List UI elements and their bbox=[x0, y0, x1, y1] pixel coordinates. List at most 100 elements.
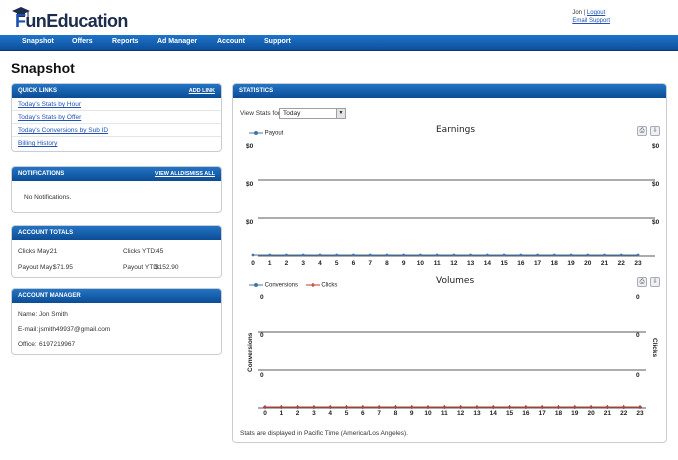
x-tick-label: 1 bbox=[268, 260, 272, 267]
conversions-legend-label: Conversions bbox=[264, 282, 299, 289]
y-tick-label: $0 bbox=[652, 219, 660, 226]
y-tick-label: 0 bbox=[260, 372, 264, 379]
volumes-chart: 0 00 00 0Conversions Clicks0 1 2 3 4 5 6 7 8 9 10 11 12 1… bbox=[247, 294, 658, 417]
x-tick-label: 15 bbox=[500, 260, 508, 267]
payout-point bbox=[485, 253, 489, 257]
x-tick-label: 17 bbox=[534, 260, 542, 267]
x-tick-label: 13 bbox=[467, 260, 475, 267]
manager-name-value: Jon Smith bbox=[39, 311, 68, 318]
export-icon[interactable]: ⇩ bbox=[650, 277, 660, 287]
x-tick-label: 7 bbox=[368, 260, 372, 267]
y-tick-label: $0 bbox=[246, 219, 254, 226]
notifications-header: NOTIFICATIONS VIEW ALL DISMISS ALL bbox=[12, 167, 221, 181]
quick-link-stats-by-offer[interactable]: Today's Stats by Offer bbox=[18, 114, 81, 121]
payout-point bbox=[352, 253, 355, 257]
period-select[interactable]: Today ▼ bbox=[279, 108, 346, 119]
payout-point bbox=[368, 253, 372, 257]
account-manager-panel: ACCOUNT MANAGER Name: Jon Smith E-mail: … bbox=[11, 288, 222, 355]
x-tick-label: 18 bbox=[551, 260, 559, 267]
x-tick-label: 14 bbox=[484, 260, 492, 267]
dismiss-all-button[interactable]: DISMISS ALL bbox=[180, 167, 215, 181]
chevron-down-icon: ▼ bbox=[336, 109, 345, 118]
nav-snapshot[interactable]: Snapshot bbox=[22, 38, 54, 45]
payout-point bbox=[619, 253, 623, 257]
nav-support[interactable]: Support bbox=[264, 38, 291, 45]
payout-point bbox=[603, 253, 606, 257]
quick-link-item: Today's Stats by Hour bbox=[12, 98, 221, 111]
quick-link-stats-by-hour[interactable]: Today's Stats by Hour bbox=[18, 101, 81, 108]
manager-office-value: 6197219967 bbox=[39, 341, 76, 348]
conversions-legend-marker bbox=[249, 283, 263, 287]
payout-point bbox=[452, 253, 456, 257]
x-tick-label: 10 bbox=[424, 410, 432, 417]
payout-point bbox=[318, 253, 322, 257]
print-icon[interactable]: ⎙ bbox=[637, 277, 647, 287]
payout-point bbox=[502, 253, 506, 257]
account-totals-panel: ACCOUNT TOTALS Clicks May: 21 Clicks YTD… bbox=[11, 225, 222, 278]
x-tick-label: 8 bbox=[385, 260, 389, 267]
x-tick-label: 5 bbox=[345, 410, 349, 417]
payout-may-label: Payout May: bbox=[18, 264, 55, 271]
print-icon[interactable]: ⎙ bbox=[637, 126, 647, 136]
x-tick-label: 3 bbox=[312, 410, 316, 417]
y-axis-label-right: Clicks bbox=[651, 338, 658, 358]
view-all-button[interactable]: VIEW ALL bbox=[155, 167, 181, 181]
nav-offers[interactable]: Offers bbox=[72, 38, 93, 45]
quick-links-panel: QUICK LINKS ADD LINK Today's Stats by Ho… bbox=[11, 83, 222, 152]
x-tick-label: 9 bbox=[410, 410, 414, 417]
nav-ad-manager[interactable]: Ad Manager bbox=[157, 38, 197, 45]
x-tick-label: 11 bbox=[441, 410, 448, 417]
clicks-legend-marker bbox=[305, 283, 320, 287]
clicks-ytd-label: Clicks YTD: bbox=[123, 248, 157, 255]
y-tick-label: 0 bbox=[636, 332, 640, 339]
x-tick-label: 16 bbox=[517, 260, 525, 267]
logo[interactable]: FunEducation bbox=[11, 7, 128, 33]
quick-link-conversions-by-subid[interactable]: Today's Conversions by Sub ID bbox=[18, 127, 108, 134]
nav-account[interactable]: Account bbox=[217, 38, 245, 45]
payout-point bbox=[586, 253, 590, 257]
volumes-legend[interactable]: Conversions Clicks bbox=[249, 282, 337, 289]
x-tick-label: 12 bbox=[450, 260, 458, 267]
export-icon[interactable]: ⇩ bbox=[650, 126, 660, 136]
email-support-link[interactable]: Email Support bbox=[572, 18, 610, 24]
x-tick-label: 23 bbox=[634, 260, 642, 267]
payout-point bbox=[285, 253, 288, 257]
user-links: Jon | Logout Email Support bbox=[572, 9, 610, 25]
notifications-panel: NOTIFICATIONS VIEW ALL DISMISS ALL No No… bbox=[11, 166, 222, 213]
x-tick-label: 2 bbox=[296, 410, 300, 417]
statistics-header: STATISTICS bbox=[233, 84, 666, 98]
x-tick-label: 0 bbox=[251, 260, 255, 267]
payout-point bbox=[385, 253, 389, 257]
x-tick-label: 4 bbox=[328, 410, 332, 417]
y-tick-label: $0 bbox=[652, 181, 660, 188]
x-tick-label: 22 bbox=[618, 260, 626, 267]
y-axis-label-left: Conversions bbox=[247, 332, 254, 372]
manager-name-label: Name: bbox=[18, 311, 38, 318]
x-tick-label: 19 bbox=[567, 260, 575, 267]
logout-link[interactable]: Logout bbox=[587, 10, 605, 16]
x-tick-label: 11 bbox=[434, 260, 441, 267]
earnings-legend[interactable]: Payout bbox=[249, 130, 283, 137]
y-tick-label: 0 bbox=[636, 372, 640, 379]
x-tick-label: 16 bbox=[522, 410, 530, 417]
payout-point bbox=[569, 253, 573, 257]
y-tick-label: $0 bbox=[246, 181, 254, 188]
quick-link-billing-history[interactable]: Billing History bbox=[18, 140, 57, 147]
manager-office-label: Office: bbox=[18, 341, 37, 348]
x-tick-label: 20 bbox=[584, 260, 592, 267]
link-separator: | bbox=[583, 10, 586, 16]
payout-may-value: $71.95 bbox=[53, 264, 73, 271]
payout-point bbox=[519, 253, 523, 257]
nav-reports[interactable]: Reports bbox=[112, 38, 138, 45]
payout-point bbox=[301, 253, 305, 257]
x-tick-label: 10 bbox=[417, 260, 425, 267]
x-tick-label: 14 bbox=[490, 410, 498, 417]
add-link-button[interactable]: ADD LINK bbox=[189, 84, 215, 98]
x-tick-label: 2 bbox=[285, 260, 289, 267]
timezone-note: Stats are displayed in Pacific Time (Ame… bbox=[240, 430, 408, 437]
period-selected-value: Today bbox=[283, 110, 301, 117]
y-tick-label: 0 bbox=[260, 332, 264, 339]
payout-ytd-value: $152.90 bbox=[155, 264, 179, 271]
payout-point bbox=[469, 253, 473, 257]
quick-links-title: QUICK LINKS bbox=[18, 88, 57, 94]
